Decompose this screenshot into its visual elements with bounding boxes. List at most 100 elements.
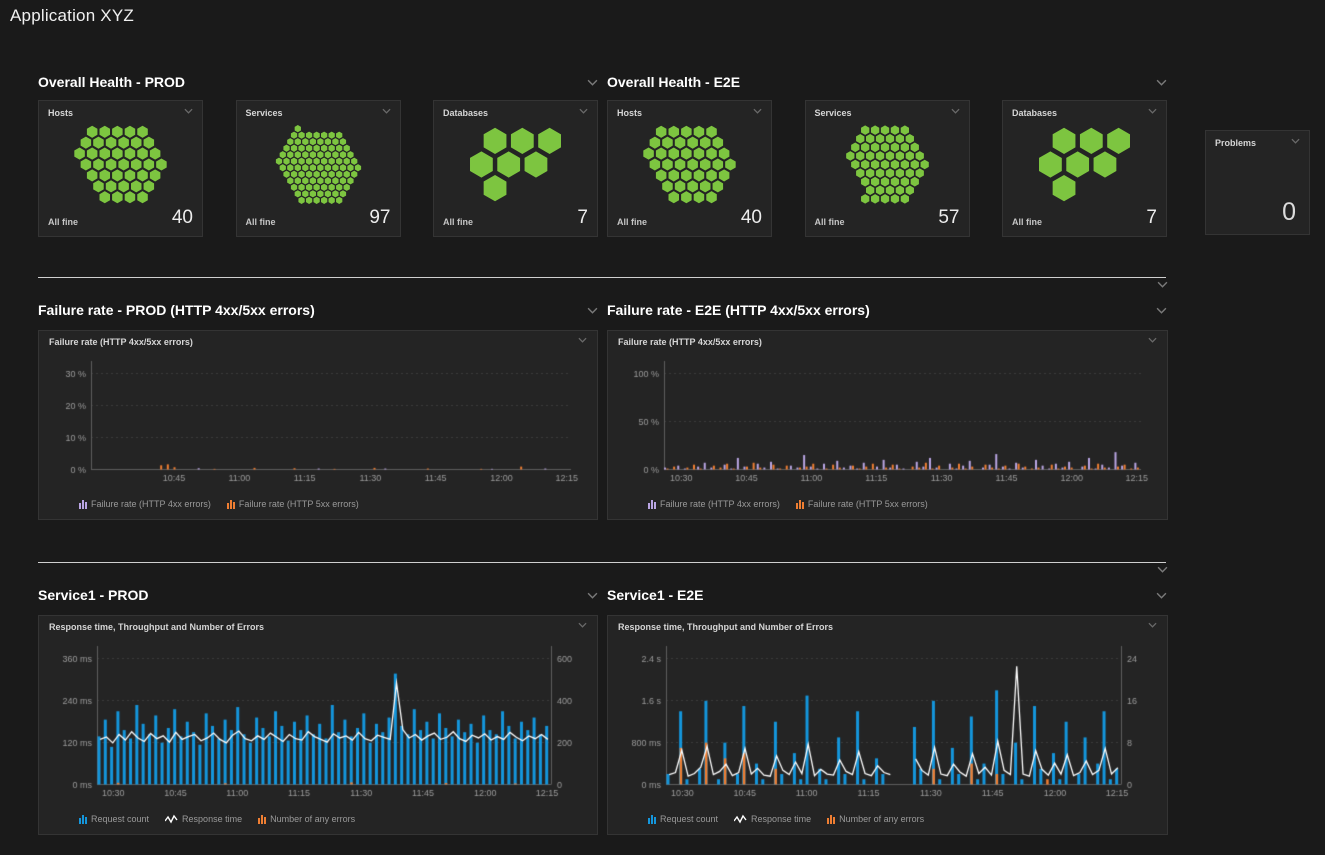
tile-title: Databases xyxy=(443,108,488,118)
tile-title: Databases xyxy=(1012,108,1057,118)
section-header-service-prod: Service1 - PROD xyxy=(38,585,598,605)
status-label: All fine xyxy=(1012,217,1042,229)
failure-chart-tile-prod[interactable]: Failure rate (HTTP 4xx/5xx errors) Failu… xyxy=(38,330,598,520)
problems-tile[interactable]: Problems 0 xyxy=(1205,130,1310,235)
chevron-down-icon[interactable] xyxy=(1157,281,1168,288)
entity-count: 40 xyxy=(741,207,762,229)
health-tiles-e2e: Hosts All fine 40 Services All fine 57 D… xyxy=(607,100,1167,237)
chevron-down-icon[interactable] xyxy=(587,307,598,314)
tile-title: Hosts xyxy=(617,108,642,118)
section-title: Failure rate - E2E (HTTP 4xx/5xx errors) xyxy=(607,302,870,318)
chart-title: Response time, Throughput and Number of … xyxy=(618,622,833,632)
failure-rate-chart-e2e[interactable] xyxy=(618,353,1157,485)
chevron-down-icon[interactable] xyxy=(587,592,598,599)
failure-chart-tile-e2e[interactable]: Failure rate (HTTP 4xx/5xx errors) Failu… xyxy=(607,330,1168,520)
line-icon xyxy=(165,814,178,824)
legend-item-request-count[interactable]: Request count xyxy=(79,814,149,824)
chevron-down-icon[interactable] xyxy=(579,108,588,114)
tile-title: Services xyxy=(246,108,283,118)
chart-legend: Request count Response time Number of an… xyxy=(618,810,1157,828)
honeycomb-chart[interactable] xyxy=(246,124,391,205)
divider xyxy=(38,277,1166,278)
honeycomb-chart[interactable] xyxy=(48,124,193,205)
bars-icon xyxy=(648,814,656,824)
honeycomb-chart[interactable] xyxy=(815,124,960,205)
legend-label: Failure rate (HTTP 4xx errors) xyxy=(660,499,780,509)
legend-item-4xx[interactable]: Failure rate (HTTP 4xx errors) xyxy=(79,499,211,509)
bars-icon xyxy=(79,814,87,824)
failure-rate-chart-prod[interactable] xyxy=(49,353,587,485)
chevron-down-icon[interactable] xyxy=(1157,566,1168,573)
chevron-down-icon[interactable] xyxy=(578,622,587,628)
entity-count: 7 xyxy=(1146,207,1157,229)
health-tile-services-prod[interactable]: Services All fine 97 xyxy=(236,100,401,237)
chart-title: Response time, Throughput and Number of … xyxy=(49,622,264,632)
legend-label: Failure rate (HTTP 4xx errors) xyxy=(91,499,211,509)
legend-item-4xx[interactable]: Failure rate (HTTP 4xx errors) xyxy=(648,499,780,509)
service-chart-tile-prod[interactable]: Response time, Throughput and Number of … xyxy=(38,615,598,835)
bars-icon xyxy=(796,499,804,509)
legend-item-request-count[interactable]: Request count xyxy=(648,814,718,824)
chevron-down-icon[interactable] xyxy=(184,108,193,114)
legend-item-errors[interactable]: Number of any errors xyxy=(827,814,924,824)
chevron-down-icon[interactable] xyxy=(1156,79,1167,86)
line-icon xyxy=(734,814,747,824)
chart-title: Failure rate (HTTP 4xx/5xx errors) xyxy=(49,337,193,347)
page-title: Application XYZ xyxy=(10,6,134,26)
health-tile-databases-prod[interactable]: Databases All fine 7 xyxy=(433,100,598,237)
divider xyxy=(38,562,1166,563)
entity-count: 97 xyxy=(369,207,390,229)
chevron-down-icon[interactable] xyxy=(1291,138,1300,144)
section-title: Service1 - PROD xyxy=(38,587,149,603)
status-label: All fine xyxy=(617,217,647,229)
honeycomb-chart[interactable] xyxy=(1012,124,1157,205)
chevron-down-icon[interactable] xyxy=(1148,622,1157,628)
service-chart-tile-e2e[interactable]: Response time, Throughput and Number of … xyxy=(607,615,1168,835)
legend-label: Number of any errors xyxy=(839,814,924,824)
legend-label: Response time xyxy=(751,814,811,824)
section-header-health-prod: Overall Health - PROD xyxy=(38,72,598,92)
chevron-down-icon[interactable] xyxy=(753,108,762,114)
chevron-down-icon[interactable] xyxy=(1148,108,1157,114)
section-header-service-e2e: Service1 - E2E xyxy=(607,585,1167,605)
health-tile-hosts-e2e[interactable]: Hosts All fine 40 xyxy=(607,100,772,237)
status-label: All fine xyxy=(246,217,276,229)
tile-title: Problems xyxy=(1215,138,1256,148)
status-label: All fine xyxy=(443,217,473,229)
chevron-down-icon[interactable] xyxy=(1156,307,1167,314)
legend-item-5xx[interactable]: Failure rate (HTTP 5xx errors) xyxy=(796,499,928,509)
chevron-down-icon[interactable] xyxy=(951,108,960,114)
section-title: Overall Health - E2E xyxy=(607,74,740,90)
section-header-health-e2e: Overall Health - E2E xyxy=(607,72,1167,92)
health-tile-services-e2e[interactable]: Services All fine 57 xyxy=(805,100,970,237)
tile-title: Services xyxy=(815,108,852,118)
honeycomb-chart[interactable] xyxy=(443,124,588,205)
chart-title: Failure rate (HTTP 4xx/5xx errors) xyxy=(618,337,762,347)
section-header-failure-prod: Failure rate - PROD (HTTP 4xx/5xx errors… xyxy=(38,300,598,320)
chevron-down-icon[interactable] xyxy=(1148,337,1157,343)
health-tiles-prod: Hosts All fine 40 Services All fine 97 D… xyxy=(38,100,598,237)
legend-item-5xx[interactable]: Failure rate (HTTP 5xx errors) xyxy=(227,499,359,509)
tile-title: Hosts xyxy=(48,108,73,118)
legend-label: Request count xyxy=(660,814,718,824)
honeycomb-chart[interactable] xyxy=(617,124,762,205)
section-header-failure-e2e: Failure rate - E2E (HTTP 4xx/5xx errors) xyxy=(607,300,1167,320)
health-tile-hosts-prod[interactable]: Hosts All fine 40 xyxy=(38,100,203,237)
bars-icon xyxy=(648,499,656,509)
legend-item-response-time[interactable]: Response time xyxy=(734,814,811,824)
health-tile-databases-e2e[interactable]: Databases All fine 7 xyxy=(1002,100,1167,237)
entity-count: 7 xyxy=(577,207,588,229)
service-metrics-chart-prod[interactable] xyxy=(49,638,587,800)
chevron-down-icon[interactable] xyxy=(382,108,391,114)
legend-label: Request count xyxy=(91,814,149,824)
bars-icon xyxy=(827,814,835,824)
chevron-down-icon[interactable] xyxy=(578,337,587,343)
chevron-down-icon[interactable] xyxy=(1156,592,1167,599)
section-title: Overall Health - PROD xyxy=(38,74,185,90)
bars-icon xyxy=(227,499,235,509)
legend-item-errors[interactable]: Number of any errors xyxy=(258,814,355,824)
service-metrics-chart-e2e[interactable] xyxy=(618,638,1157,800)
legend-item-response-time[interactable]: Response time xyxy=(165,814,242,824)
status-label: All fine xyxy=(815,217,845,229)
chevron-down-icon[interactable] xyxy=(587,79,598,86)
